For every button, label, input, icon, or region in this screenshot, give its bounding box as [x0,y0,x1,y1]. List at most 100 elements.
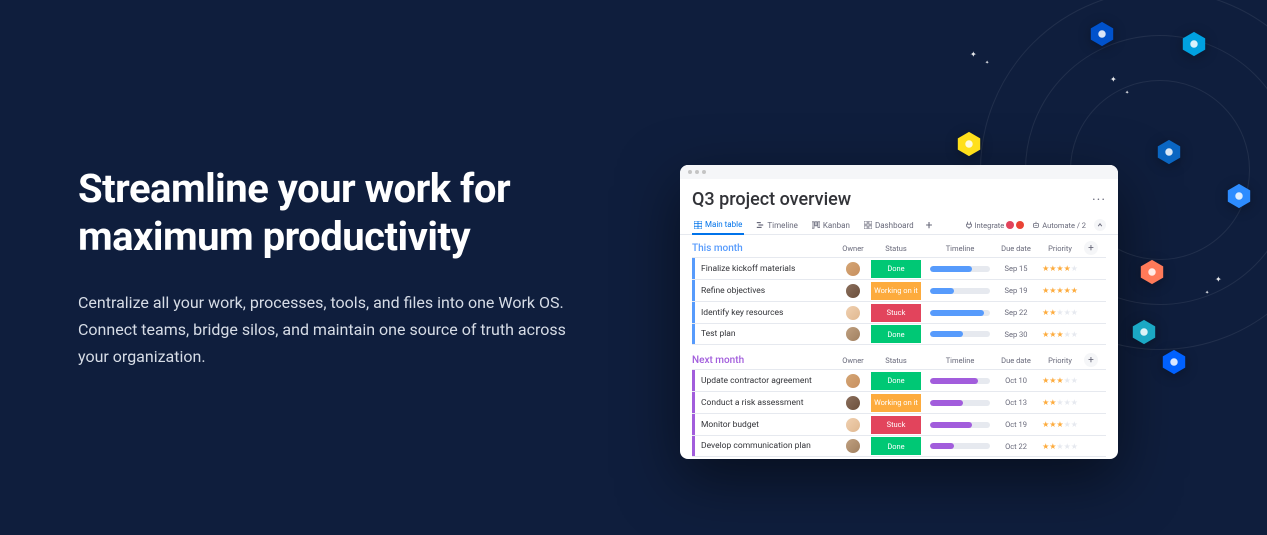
window-close-dot[interactable] [688,170,692,174]
star-icon: ★ [1071,442,1078,451]
task-name[interactable]: Refine objectives [695,286,838,296]
priority-cell[interactable]: ★★★★★ [1036,286,1084,295]
add-column-button[interactable]: + [1084,353,1098,367]
robot-icon [1032,221,1040,229]
owner-cell[interactable] [838,305,868,321]
status-cell[interactable]: Working on it [868,282,924,300]
col-header-owner: Owner [838,356,868,365]
status-cell[interactable]: Done [868,437,924,455]
star-icon: ★ [1064,376,1071,385]
duedate-cell[interactable]: Oct 13 [996,398,1036,407]
task-name[interactable]: Test plan [695,329,838,339]
star-icon: ★ [1049,330,1056,339]
group-title[interactable]: Next month [692,355,838,366]
automate-button[interactable]: Automate / 2 [1032,221,1086,230]
priority-cell[interactable]: ★★★★★ [1036,420,1084,429]
timeline-cell[interactable] [924,331,996,337]
task-row[interactable]: Refine objectives Working on it Sep 19 ★… [692,279,1106,301]
star-icon: ★ [1049,398,1056,407]
task-row[interactable]: Conduct a risk assessment Working on it … [692,391,1106,413]
duedate-cell[interactable]: Oct 10 [996,376,1036,385]
owner-cell[interactable] [838,261,868,277]
task-name[interactable]: Update contractor agreement [695,376,838,386]
timeline-cell[interactable] [924,288,996,294]
task-row[interactable]: Test plan Done Sep 30 ★★★★★ [692,323,1106,345]
priority-cell[interactable]: ★★★★★ [1036,264,1084,273]
task-group: Next month Owner Status Timeline Due dat… [680,347,1118,459]
board-menu-button[interactable]: ··· [1092,192,1106,208]
window-max-dot[interactable] [702,170,706,174]
priority-cell[interactable]: ★★★★★ [1036,308,1084,317]
priority-cell[interactable]: ★★★★★ [1036,442,1084,451]
timeline-bar [930,310,990,316]
duedate-cell[interactable]: Oct 22 [996,442,1036,451]
status-badge: Done [871,260,921,278]
add-column-button[interactable]: + [1084,241,1098,255]
status-cell[interactable]: Working on it [868,394,924,412]
star-icon: ★ [1049,420,1056,429]
status-cell[interactable]: Stuck [868,416,924,434]
task-name[interactable]: Conduct a risk assessment [695,398,838,408]
star-icon: ★ [1064,330,1071,339]
owner-cell[interactable] [838,438,868,454]
task-row[interactable]: Identify key resources Stuck Sep 22 ★★★★… [692,301,1106,323]
status-cell[interactable]: Stuck [868,304,924,322]
task-row[interactable]: Finalize kickoff materials Done Sep 15 ★… [692,257,1106,279]
owner-cell[interactable] [838,326,868,342]
board-title: Q3 project overview [692,189,851,210]
tab-main-table[interactable]: Main table [692,216,744,235]
app-window: Q3 project overview ··· Main table Timel… [680,165,1118,459]
owner-cell[interactable] [838,373,868,389]
col-header-duedate: Due date [996,244,1036,253]
star-icon: ★ [1042,308,1049,317]
priority-cell[interactable]: ★★★★★ [1036,376,1084,385]
status-cell[interactable]: Done [868,372,924,390]
avatar [845,305,861,321]
task-name[interactable]: Identify key resources [695,308,838,318]
star-icon: ★ [1071,420,1078,429]
timeline-cell[interactable] [924,378,996,384]
timeline-cell[interactable] [924,400,996,406]
timeline-fill [930,443,954,449]
avatar [845,373,861,389]
duedate-cell[interactable]: Oct 19 [996,420,1036,429]
col-header-status: Status [868,356,924,365]
duedate-cell[interactable]: Sep 30 [996,330,1036,339]
status-cell[interactable]: Done [868,260,924,278]
task-row[interactable]: Update contractor agreement Done Oct 10 … [692,369,1106,391]
task-name[interactable]: Finalize kickoff materials [695,264,838,274]
timeline-cell[interactable] [924,443,996,449]
tab-kanban[interactable]: Kanban [810,217,852,234]
tab-dashboard[interactable]: Dashboard [862,217,916,234]
task-name[interactable]: Monitor budget [695,420,838,430]
duedate-cell[interactable]: Sep 15 [996,264,1036,273]
tab-timeline[interactable]: Timeline [754,217,800,234]
collapse-button[interactable] [1094,219,1106,231]
star-icon: ★ [1042,330,1049,339]
integrate-button[interactable]: Integrate [965,221,1025,230]
timeline-cell[interactable] [924,310,996,316]
task-row[interactable]: Develop communication plan Done Oct 22 ★… [692,435,1106,457]
priority-cell[interactable]: ★★★★★ [1036,398,1084,407]
star-icon: ★ [1042,420,1049,429]
task-row[interactable]: Monitor budget Stuck Oct 19 ★★★★★ [692,413,1106,435]
group-title[interactable]: This month [692,243,838,254]
timeline-fill [930,400,963,406]
owner-cell[interactable] [838,395,868,411]
task-name[interactable]: Develop communication plan [695,441,838,451]
duedate-cell[interactable]: Sep 22 [996,308,1036,317]
timeline-cell[interactable] [924,422,996,428]
star-icon: ★ [1071,398,1078,407]
star-icon: ★ [1064,286,1071,295]
hero-text: Streamline your work for maximum product… [78,165,598,371]
avatar [845,283,861,299]
window-min-dot[interactable] [695,170,699,174]
priority-cell[interactable]: ★★★★★ [1036,330,1084,339]
add-tab-button[interactable]: + [926,218,933,232]
owner-cell[interactable] [838,283,868,299]
timeline-cell[interactable] [924,266,996,272]
duedate-cell[interactable]: Sep 19 [996,286,1036,295]
timeline-icon [756,221,764,229]
owner-cell[interactable] [838,417,868,433]
status-cell[interactable]: Done [868,325,924,343]
